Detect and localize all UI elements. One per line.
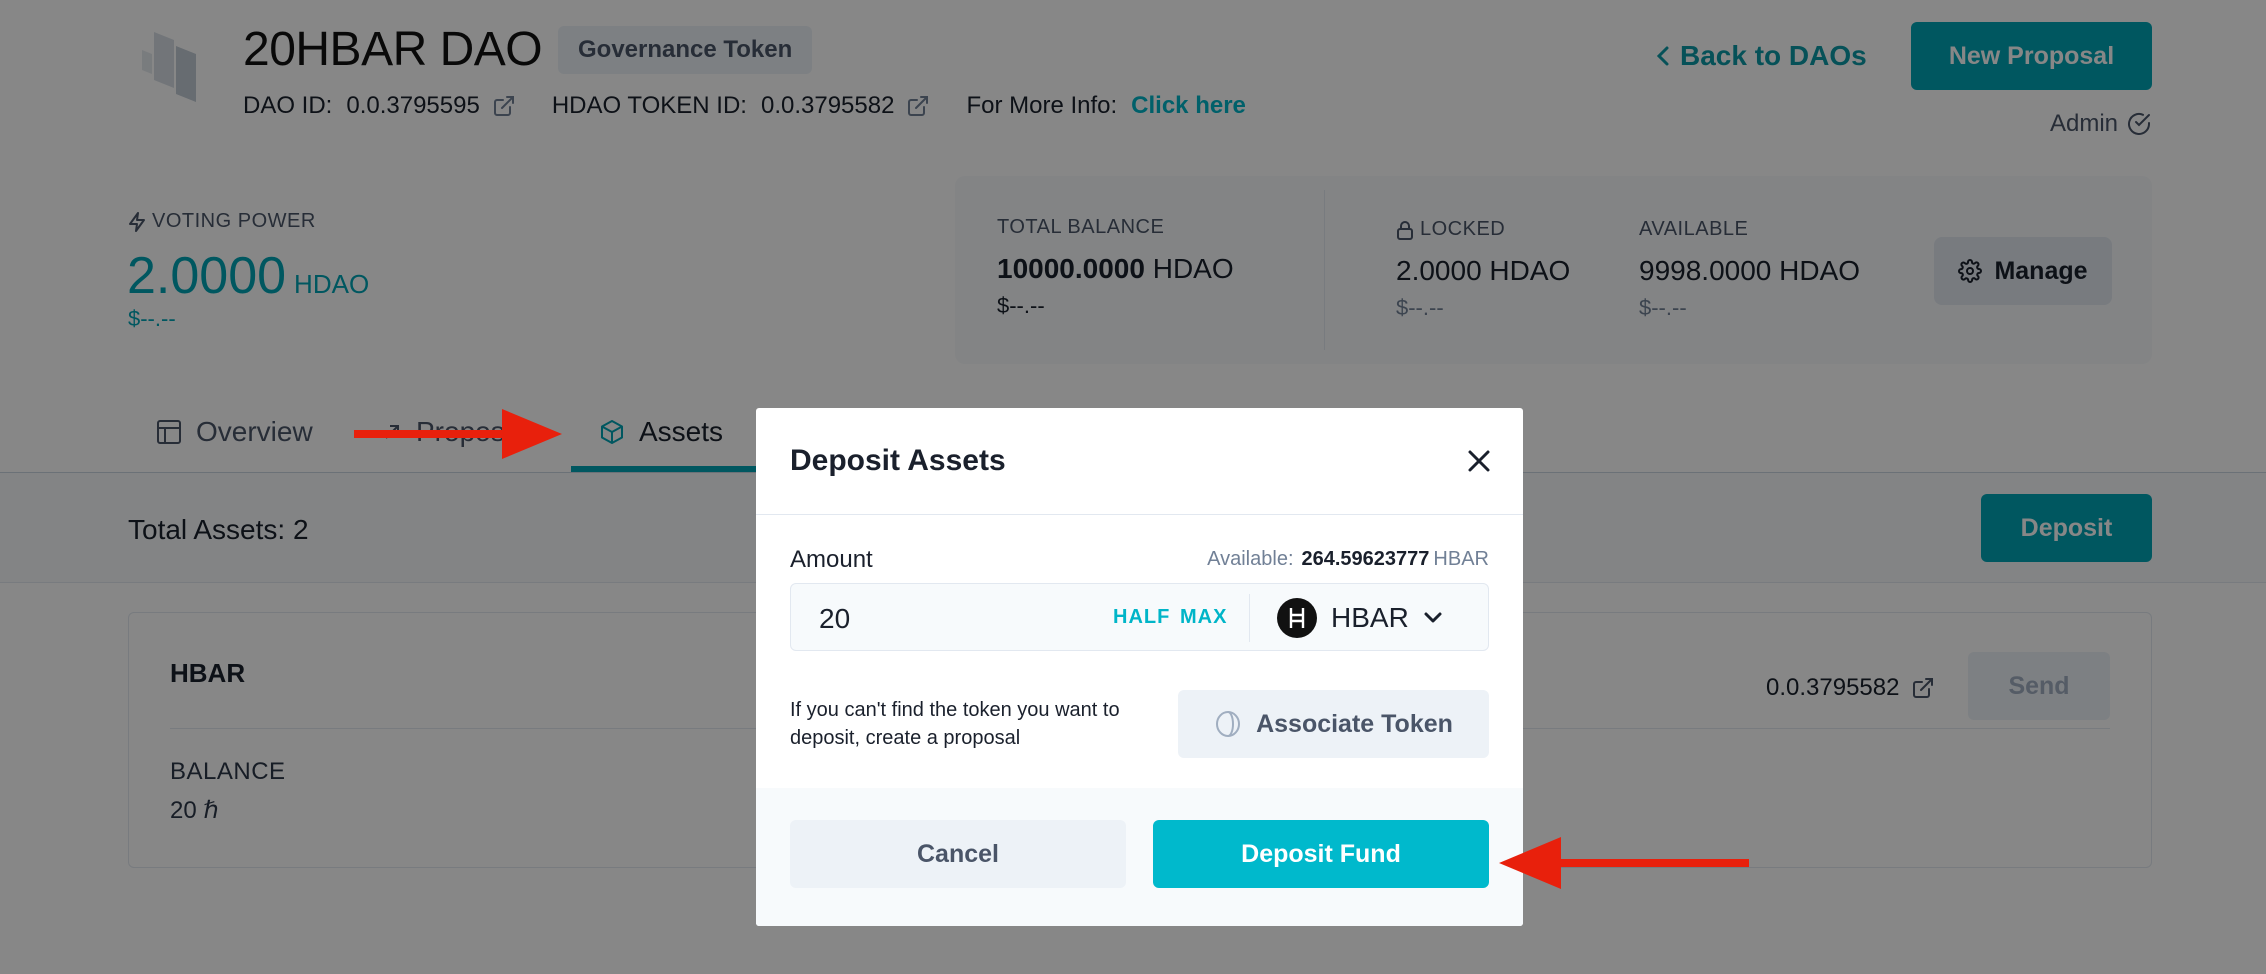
cancel-button[interactable]: Cancel (790, 820, 1126, 888)
token-select[interactable]: HBAR (1277, 595, 1443, 641)
amount-input-group: 20 HALF MAX HBAR (790, 583, 1489, 651)
annotation-arrow-right (354, 409, 562, 459)
input-divider (1249, 594, 1250, 642)
available-hint-amount: 264.59623777 (1301, 548, 1430, 570)
deposit-fund-button[interactable]: Deposit Fund (1153, 820, 1489, 888)
associate-hint: If you can't find the token you want to … (790, 699, 1120, 749)
spinner-icon (1214, 710, 1242, 738)
amount-label: Amount (790, 546, 873, 573)
modal-footer: Cancel Deposit Fund (756, 788, 1523, 926)
token-select-label: HBAR (1331, 602, 1409, 633)
associate-token-button[interactable]: Associate Token (1178, 690, 1489, 758)
hbar-token-icon (1277, 598, 1317, 638)
annotation-arrow-left (1499, 837, 1749, 889)
max-button[interactable]: MAX (1180, 606, 1227, 629)
modal-header: Deposit Assets (756, 408, 1523, 515)
associate-token-label: Associate Token (1256, 709, 1453, 738)
available-hint-unit: HBAR (1433, 548, 1489, 570)
half-button[interactable]: HALF (1113, 606, 1170, 629)
chevron-down-icon (1423, 611, 1443, 625)
amount-input[interactable]: 20 (819, 603, 850, 635)
available-hint-label: Available: (1207, 548, 1294, 570)
available-balance-hint: Available: 264.59623777 HBAR (1207, 548, 1489, 571)
deposit-assets-modal: Deposit Assets Amount Available: 264.5962… (756, 408, 1523, 926)
close-icon[interactable] (1464, 446, 1494, 476)
modal-title: Deposit Assets (790, 444, 1006, 477)
